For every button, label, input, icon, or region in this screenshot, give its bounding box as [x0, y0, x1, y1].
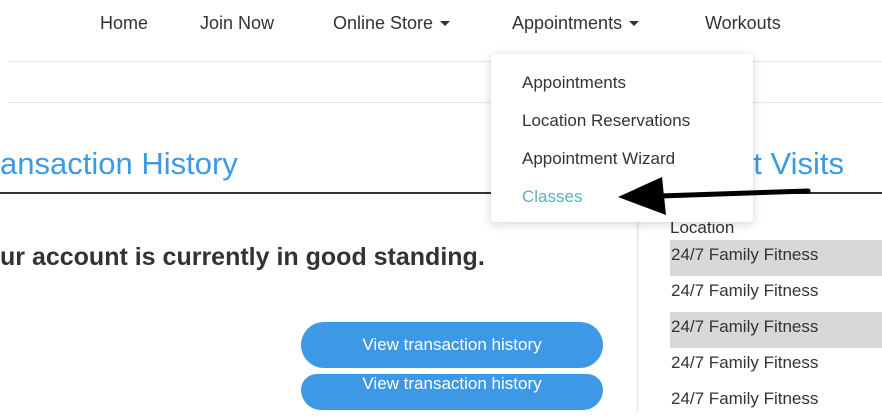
button-label: View transaction history: [362, 374, 542, 393]
nav-home-label: Home: [100, 13, 149, 33]
account-status-text: ur account is currently in good standing…: [0, 243, 485, 271]
menu-item-location-reservations[interactable]: Location Reservations: [522, 111, 690, 131]
nav-home[interactable]: Home: [100, 13, 148, 34]
menu-item-label: Classes: [522, 187, 583, 206]
menu-item-appointment-wizard[interactable]: Appointment Wizard: [522, 149, 675, 169]
table-row: 24/7 Family Fitness: [670, 312, 882, 348]
caret-down-icon: [440, 21, 451, 26]
menu-item-label: Location Reservations: [522, 111, 691, 130]
nav-join-now-label: Join Now: [200, 13, 275, 33]
appointments-dropdown-menu: Appointments Location Reservations Appoi…: [491, 54, 753, 222]
nav-appointments-label: Appointments: [512, 13, 623, 33]
nav-online-store-label: Online Store: [333, 13, 434, 33]
nav-online-store[interactable]: Online Store: [333, 13, 451, 34]
location-cell: 24/7 Family Fitness: [671, 281, 819, 300]
view-transaction-history-button[interactable]: View transaction history: [301, 322, 603, 368]
nav-workouts[interactable]: Workouts: [705, 13, 781, 34]
location-cell: 24/7 Family Fitness: [671, 245, 819, 264]
table-row: 24/7 Family Fitness: [670, 276, 882, 312]
menu-item-classes[interactable]: Classes: [522, 187, 582, 207]
panel-divider: [637, 194, 638, 412]
menu-item-label: Appointment Wizard: [522, 149, 676, 168]
button-label: View transaction history: [362, 335, 542, 354]
nav-join-now[interactable]: Join Now: [200, 13, 274, 34]
table-row: 24/7 Family Fitness: [670, 348, 882, 384]
location-cell: 24/7 Family Fitness: [671, 353, 819, 372]
nav-workouts-label: Workouts: [705, 13, 781, 33]
location-cell: 24/7 Family Fitness: [671, 317, 819, 336]
caret-down-icon: [629, 21, 640, 26]
menu-item-appointments[interactable]: Appointments: [522, 73, 626, 93]
table-row: 24/7 Family Fitness: [670, 240, 882, 276]
top-navigation: Home Join Now Online Store Appointments …: [0, 0, 882, 48]
menu-item-label: Appointments: [522, 73, 626, 92]
nav-appointments[interactable]: Appointments: [512, 13, 640, 34]
view-transaction-history-button-secondary[interactable]: View transaction history: [301, 374, 603, 410]
transaction-history-title: ansaction History: [0, 146, 238, 181]
table-row: 24/7 Family Fitness: [670, 384, 882, 420]
location-cell: 24/7 Family Fitness: [671, 389, 819, 408]
